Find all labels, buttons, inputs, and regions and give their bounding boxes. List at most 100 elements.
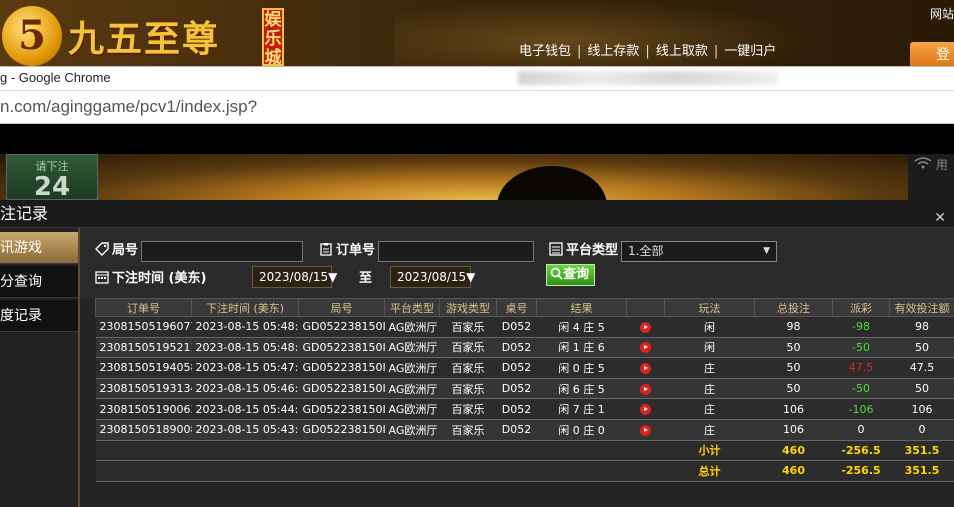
col-play[interactable]: 玩法 xyxy=(664,298,755,317)
records-table: 订单号 下注时间 (美东) 局号 平台类型 游戏类型 桌号 结果 玩法 总投注 … xyxy=(95,298,954,482)
site-note[interactable]: 网站 xyxy=(930,5,954,22)
cell-order[interactable]: 230815051931341 xyxy=(95,377,192,400)
cell-platform: AG欧洲厅 xyxy=(384,357,440,379)
cell-play: 庄 xyxy=(664,398,755,420)
table-row: 2308150519521132023-08-15 05:48:00GD0522… xyxy=(95,336,954,359)
col-payout[interactable]: 派彩 xyxy=(832,298,890,317)
cell-round: GD052238150IZ xyxy=(298,336,385,359)
col-result[interactable]: 结果 xyxy=(536,298,627,317)
play-video-icon[interactable] xyxy=(640,321,651,333)
cell-game: 百家乐 xyxy=(439,377,497,400)
login-button[interactable]: 登 xyxy=(910,42,954,68)
search-icon xyxy=(550,267,563,280)
address-bar[interactable]: n.com/aginggame/pcv1/index.jsp? xyxy=(0,90,954,124)
order-label: 订单号 xyxy=(319,239,375,258)
col-table[interactable]: 桌号 xyxy=(496,298,537,317)
cell-game: 百家乐 xyxy=(439,336,497,359)
side-panel-text: 用 xyxy=(935,158,948,172)
cell-video xyxy=(626,336,665,359)
cell-valid: 106 xyxy=(889,398,954,420)
top-links: 电子钱包 | 线上存款 | 线上取款 | 一键归户 xyxy=(519,44,777,59)
play-video-icon[interactable] xyxy=(640,404,651,416)
cell-order[interactable]: 230815051952113 xyxy=(95,336,192,359)
platform-label: 平台类型 xyxy=(549,239,618,258)
col-video xyxy=(626,298,665,317)
cell-round: GD052238150IX xyxy=(298,377,385,400)
sidebar-item-credit-records[interactable]: 度记录 xyxy=(0,300,78,332)
cell-table: D052 xyxy=(496,357,537,379)
top-link-withdraw[interactable]: 线上取款 xyxy=(656,44,708,59)
cell-valid: 98 xyxy=(889,316,954,338)
round-input[interactable] xyxy=(141,241,303,262)
order-input[interactable] xyxy=(378,241,534,262)
cell-time: 2023-08-15 05:48:00 xyxy=(191,336,299,359)
col-platform[interactable]: 平台类型 xyxy=(384,298,440,317)
cell-result: 闲 0 庄 5 xyxy=(536,357,627,379)
cell-table: D052 xyxy=(496,336,537,359)
cell-round: GD052238150IT xyxy=(298,418,385,441)
cell-platform: AG欧洲厅 xyxy=(384,418,440,441)
cell-payout: -50 xyxy=(832,336,890,359)
sidebar-item-video-games[interactable]: 讯游戏 xyxy=(0,232,78,264)
cell-round: GD052238150IU xyxy=(298,398,385,420)
total-valid: 351.5 xyxy=(889,460,954,482)
table-row: 2308150519006342023-08-15 05:44:13GD0522… xyxy=(95,398,954,420)
top-link-wallet[interactable]: 电子钱包 xyxy=(519,44,571,59)
cell-payout: 47.5 xyxy=(832,357,890,379)
cell-time: 2023-08-15 05:48:40 xyxy=(191,316,299,338)
cell-bet: 50 xyxy=(754,357,833,379)
url-text[interactable]: n.com/aginggame/pcv1/index.jsp? xyxy=(0,97,257,116)
table-row: 2308150518900862023-08-15 05:43:24GD0522… xyxy=(95,418,954,441)
side-panel[interactable]: 用 xyxy=(908,154,954,200)
play-video-icon[interactable] xyxy=(640,342,651,354)
date-from-select[interactable]: 2023/08/15▼ xyxy=(252,266,337,288)
col-order[interactable]: 订单号 xyxy=(95,298,192,317)
bet-timer: 请下注 24 xyxy=(6,154,98,200)
cell-bet: 50 xyxy=(754,336,833,359)
list-icon xyxy=(549,242,563,256)
table-row: 2308150519405872023-08-15 05:47:19GD0522… xyxy=(95,357,954,379)
col-bet[interactable]: 总投注 xyxy=(754,298,833,317)
cell-round: GD052238150IY xyxy=(298,357,385,379)
cell-valid: 50 xyxy=(889,377,954,400)
sidebar-item-points[interactable]: 分查询 xyxy=(0,266,78,298)
cell-order[interactable]: 230815051900634 xyxy=(95,398,192,420)
col-valid[interactable]: 有效投注额 xyxy=(889,298,954,317)
top-link-deposit[interactable]: 线上存款 xyxy=(587,44,639,59)
cell-time: 2023-08-15 05:44:13 xyxy=(191,398,299,420)
col-round[interactable]: 局号 xyxy=(298,298,385,317)
cell-payout: -50 xyxy=(832,377,890,400)
cell-valid: 50 xyxy=(889,336,954,359)
cell-valid: 47.5 xyxy=(889,357,954,379)
cell-time: 2023-08-15 05:47:19 xyxy=(191,357,299,379)
cell-game: 百家乐 xyxy=(439,357,497,379)
cell-bet: 106 xyxy=(754,398,833,420)
cell-bet: 98 xyxy=(754,316,833,338)
platform-select[interactable]: 1.全部 ▼ xyxy=(621,241,777,262)
table-row: 2308150519313412023-08-15 05:46:26GD0522… xyxy=(95,377,954,400)
total-label: 总计 xyxy=(664,460,755,482)
query-button[interactable]: 查询 xyxy=(546,264,596,286)
logo-text: 九五至尊 xyxy=(68,18,221,60)
round-label: 局号 xyxy=(95,239,138,258)
cell-game: 百家乐 xyxy=(439,316,497,338)
cell-order[interactable]: 230815051940587 xyxy=(95,357,192,379)
cell-result: 闲 0 庄 0 xyxy=(536,418,627,441)
cell-play: 庄 xyxy=(664,357,755,379)
cell-table: D052 xyxy=(496,377,537,400)
play-video-icon[interactable] xyxy=(640,424,651,436)
cell-order[interactable]: 230815051960776 xyxy=(95,316,192,338)
cell-bet: 50 xyxy=(754,377,833,400)
play-video-icon[interactable] xyxy=(640,362,651,374)
cell-platform: AG欧洲厅 xyxy=(384,316,440,338)
date-to-select[interactable]: 2023/08/15▼ xyxy=(390,266,475,288)
cell-play: 闲 xyxy=(664,336,755,359)
top-link-consolidate[interactable]: 一键归户 xyxy=(724,44,776,59)
subtotal-row: 小计 460 -256.5 351.5 xyxy=(95,439,954,462)
play-video-icon[interactable] xyxy=(640,383,651,395)
col-game[interactable]: 游戏类型 xyxy=(439,298,497,317)
chevron-down-icon: ▼ xyxy=(763,246,770,256)
cell-result: 闲 6 庄 5 xyxy=(536,377,627,400)
col-time[interactable]: 下注时间 (美东) xyxy=(191,298,299,317)
cell-order[interactable]: 230815051890086 xyxy=(95,418,192,441)
